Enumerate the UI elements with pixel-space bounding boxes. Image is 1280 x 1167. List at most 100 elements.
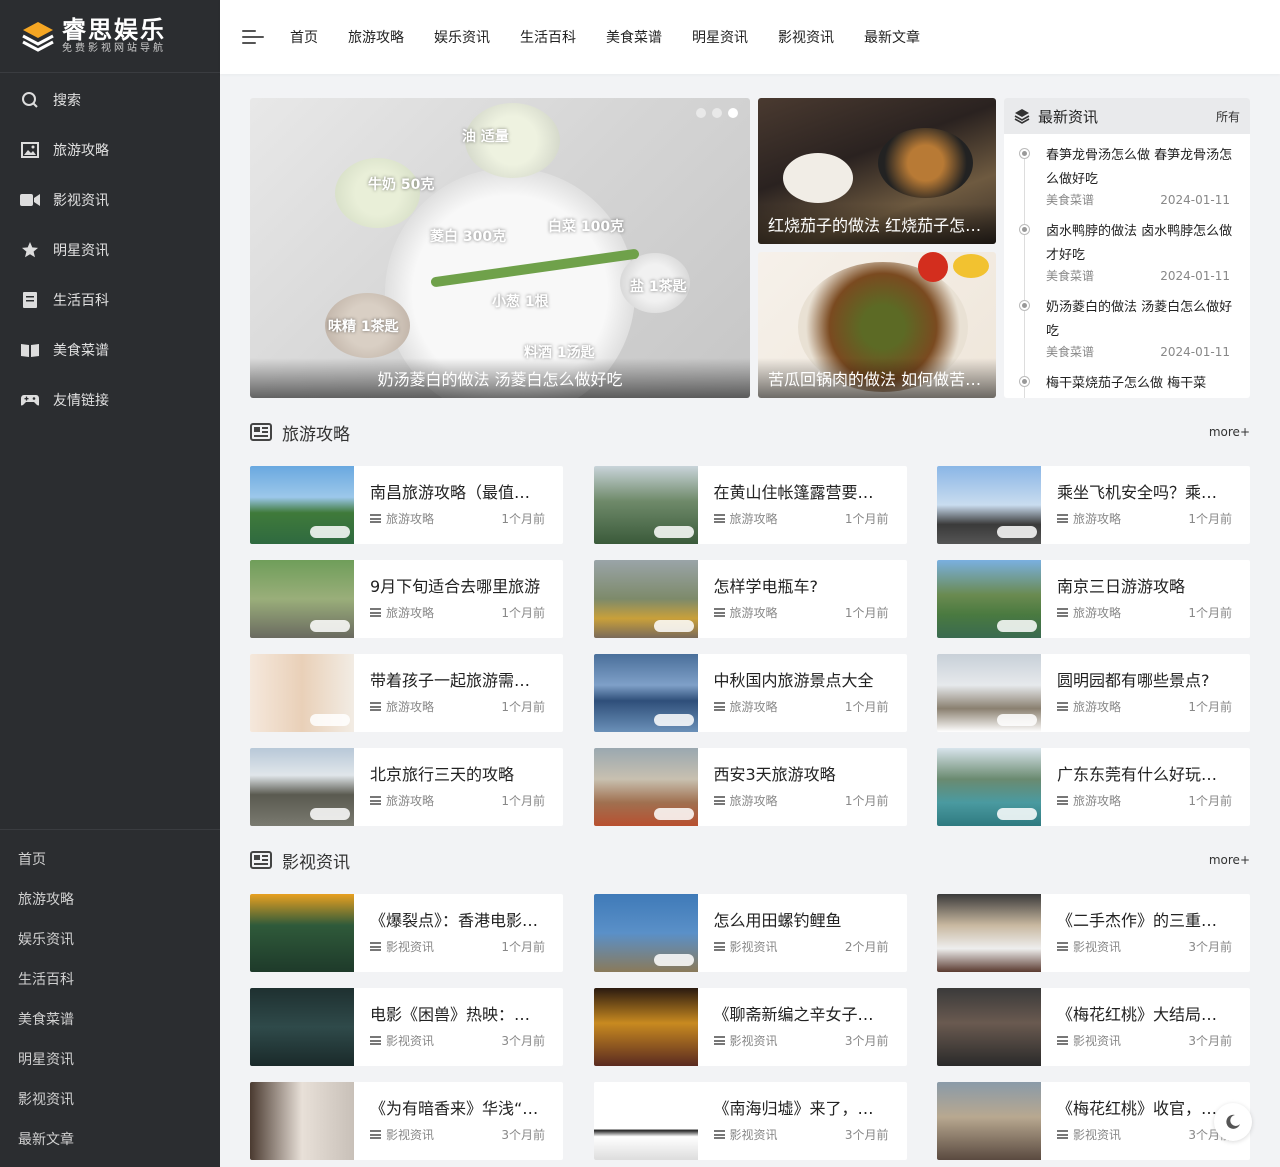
article-thumbnail[interactable] [593, 560, 698, 638]
sidebar-link-life[interactable]: 生活百科 [0, 960, 220, 1000]
news-item-title[interactable]: 春笋龙骨汤怎么做 春笋龙骨汤怎么做好吃 [1046, 144, 1240, 192]
article-category[interactable]: 旅游攻略 [370, 698, 434, 715]
carousel-main-slide[interactable]: 油 适量 牛奶 50克 菱白 300克 白菜 100克 盐 1茶匙 小葱 1根 … [250, 98, 750, 398]
article-category[interactable]: 旅游攻略 [1057, 510, 1121, 527]
carousel-dot-active[interactable] [728, 108, 738, 118]
article-card[interactable]: 《二手杰作》的三重魔力 影视资讯 3个月前 [937, 894, 1250, 972]
article-thumbnail[interactable] [937, 748, 1041, 826]
article-title[interactable]: 中秋国内旅游景点大全 [714, 670, 889, 692]
article-card[interactable]: 《梅花红桃》大结局，真相揭晓影视资讯 3个月前 [937, 988, 1250, 1066]
sidebar-link-home[interactable]: 首页 [0, 840, 220, 880]
article-card[interactable]: 广东东莞有什么好玩的地方 旅游攻略 1个月前 [937, 748, 1250, 826]
article-category[interactable]: 旅游攻略 [370, 604, 434, 621]
article-category[interactable]: 影视资讯 [370, 938, 434, 955]
sidebar-link-movies[interactable]: 影视资讯 [0, 1080, 220, 1120]
nav-recipes[interactable]: 美食菜谱 [606, 27, 662, 47]
sidebar-link-entertainment[interactable]: 娱乐资讯 [0, 920, 220, 960]
article-card[interactable]: 《聊斋新编之辛女子》上线 影视资讯 3个月前 [593, 988, 907, 1066]
article-card[interactable]: 北京旅行三天的攻略 旅游攻略 1个月前 [250, 748, 563, 826]
article-title[interactable]: 《南海归墟》来了，新剧开播 [714, 1098, 889, 1120]
article-thumbnail[interactable] [250, 988, 354, 1066]
article-category[interactable]: 旅游攻略 [370, 792, 434, 809]
article-thumbnail[interactable] [250, 748, 354, 826]
logo[interactable]: 睿思娱乐 免费影视网站导航 [0, 0, 220, 73]
article-category[interactable]: 影视资讯 [370, 1126, 434, 1143]
article-category[interactable]: 影视资讯 [1057, 938, 1121, 955]
featured-slide-bittermelon[interactable]: 苦瓜回锅肉的做法 如何做苦瓜回锅肉 [758, 252, 996, 398]
article-title[interactable]: 南昌旅游攻略（最值得去的景点） [370, 482, 545, 504]
article-card[interactable]: 南昌旅游攻略（最值得去的景点） 旅游攻略 1个月前 [250, 466, 563, 544]
news-item[interactable]: 梅干菜烧茄子怎么做 梅干菜 [1016, 372, 1240, 398]
nav-home[interactable]: 首页 [290, 27, 318, 47]
section-more-link[interactable]: more+ [1209, 425, 1250, 439]
article-title[interactable]: 在黄山住帐篷露营要注意什么 [714, 482, 889, 504]
article-category[interactable]: 影视资讯 [713, 1126, 778, 1143]
article-thumbnail[interactable] [593, 466, 698, 544]
sidebar-link-recipes[interactable]: 美食菜谱 [0, 1000, 220, 1040]
article-thumbnail[interactable] [937, 988, 1041, 1066]
article-title[interactable]: 西安3天旅游攻略 [714, 764, 889, 786]
article-title[interactable]: 怎样学电瓶车? [714, 576, 889, 598]
nav-entertainment[interactable]: 娱乐资讯 [434, 27, 490, 47]
article-thumbnail[interactable] [937, 466, 1041, 544]
carousel-dot[interactable] [712, 108, 722, 118]
article-card[interactable]: 带着孩子一起旅游需要注意什么旅游攻略 1个月前 [250, 654, 563, 732]
news-item[interactable]: 卤水鸭脖的做法 卤水鸭脖怎么做才好吃 美食菜谱 2024-01-11 [1016, 220, 1240, 296]
article-title[interactable]: 怎么用田螺钓鲤鱼 [714, 910, 889, 932]
sidebar-item-stars[interactable]: 明星资讯 [0, 225, 220, 275]
carousel-dot[interactable] [696, 108, 706, 118]
article-card[interactable]: 《南海归墟》来了，新剧开播影视资讯 3个月前 [593, 1082, 907, 1160]
sidebar-item-life[interactable]: 生活百科 [0, 275, 220, 325]
article-thumbnail[interactable] [250, 654, 354, 732]
news-item-title[interactable]: 梅干菜烧茄子怎么做 梅干菜 [1046, 372, 1240, 396]
article-category[interactable]: 影视资讯 [713, 938, 778, 955]
latest-news-all-link[interactable]: 所有 [1216, 108, 1240, 125]
article-category[interactable]: 影视资讯 [1057, 1126, 1121, 1143]
article-title[interactable]: 北京旅行三天的攻略 [370, 764, 545, 786]
article-title[interactable]: 《梅花红桃》收官，左文颖 [1057, 1098, 1232, 1120]
article-thumbnail[interactable] [250, 560, 354, 638]
article-thumbnail[interactable] [937, 560, 1041, 638]
article-card[interactable]: 《为有暗香来》华浅“黑化” 影视资讯 3个月前 [250, 1082, 563, 1160]
article-category[interactable]: 旅游攻略 [1057, 604, 1121, 621]
article-category[interactable]: 影视资讯 [713, 1032, 778, 1049]
article-title[interactable]: 南京三日游游攻略 [1057, 576, 1232, 598]
article-card[interactable]: 乘坐飞机安全吗？乘坐飞机注意事项旅游攻略 1个月前 [937, 466, 1250, 544]
article-thumbnail[interactable] [937, 654, 1041, 732]
nav-travel[interactable]: 旅游攻略 [348, 27, 404, 47]
featured-slide-eggplant[interactable]: 红烧茄子的做法 红烧茄子怎么做好吃 [758, 98, 996, 244]
article-category[interactable]: 影视资讯 [370, 1032, 434, 1049]
article-thumbnail[interactable] [593, 1082, 698, 1160]
theme-toggle-button[interactable] [1214, 1103, 1252, 1141]
article-thumbnail[interactable] [593, 988, 698, 1066]
article-card[interactable]: 中秋国内旅游景点大全 旅游攻略 1个月前 [593, 654, 907, 732]
article-category[interactable]: 旅游攻略 [713, 604, 778, 621]
article-title[interactable]: 带着孩子一起旅游需要注意什么 [370, 670, 545, 692]
sidebar-link-travel[interactable]: 旅游攻略 [0, 880, 220, 920]
nav-life[interactable]: 生活百科 [520, 27, 576, 47]
article-title[interactable]: 《爆裂点》：香港电影新作上映 [370, 910, 545, 932]
article-category[interactable]: 旅游攻略 [1057, 792, 1121, 809]
article-title[interactable]: 圆明园都有哪些景点? [1057, 670, 1232, 692]
sidebar-item-travel[interactable]: 旅游攻略 [0, 125, 220, 175]
article-category[interactable]: 旅游攻略 [713, 510, 778, 527]
sidebar-link-stars[interactable]: 明星资讯 [0, 1040, 220, 1080]
nav-stars[interactable]: 明星资讯 [692, 27, 748, 47]
article-card[interactable]: 9月下旬适合去哪里旅游 旅游攻略 1个月前 [250, 560, 563, 638]
article-title[interactable]: 乘坐飞机安全吗？乘坐飞机注意事项 [1057, 482, 1232, 504]
article-card[interactable]: 圆明园都有哪些景点? 旅游攻略 1个月前 [937, 654, 1250, 732]
article-card[interactable]: 南京三日游游攻略 旅游攻略 1个月前 [937, 560, 1250, 638]
article-title[interactable]: 《为有暗香来》华浅“黑化” [370, 1098, 545, 1120]
article-card[interactable]: 在黄山住帐篷露营要注意什么旅游攻略 1个月前 [593, 466, 907, 544]
menu-toggle-icon[interactable] [242, 28, 264, 46]
article-card[interactable]: 电影《困兽》热映：豪华阵容影视资讯 3个月前 [250, 988, 563, 1066]
article-card[interactable]: 《爆裂点》：香港电影新作上映影视资讯 1个月前 [250, 894, 563, 972]
article-category[interactable]: 旅游攻略 [713, 792, 778, 809]
article-category[interactable]: 旅游攻略 [713, 698, 778, 715]
article-category[interactable]: 旅游攻略 [370, 510, 434, 527]
article-category[interactable]: 影视资讯 [1057, 1032, 1121, 1049]
article-thumbnail[interactable] [937, 894, 1041, 972]
section-more-link[interactable]: more+ [1209, 853, 1250, 867]
sidebar-item-movies[interactable]: 影视资讯 [0, 175, 220, 225]
article-thumbnail[interactable] [593, 748, 698, 826]
